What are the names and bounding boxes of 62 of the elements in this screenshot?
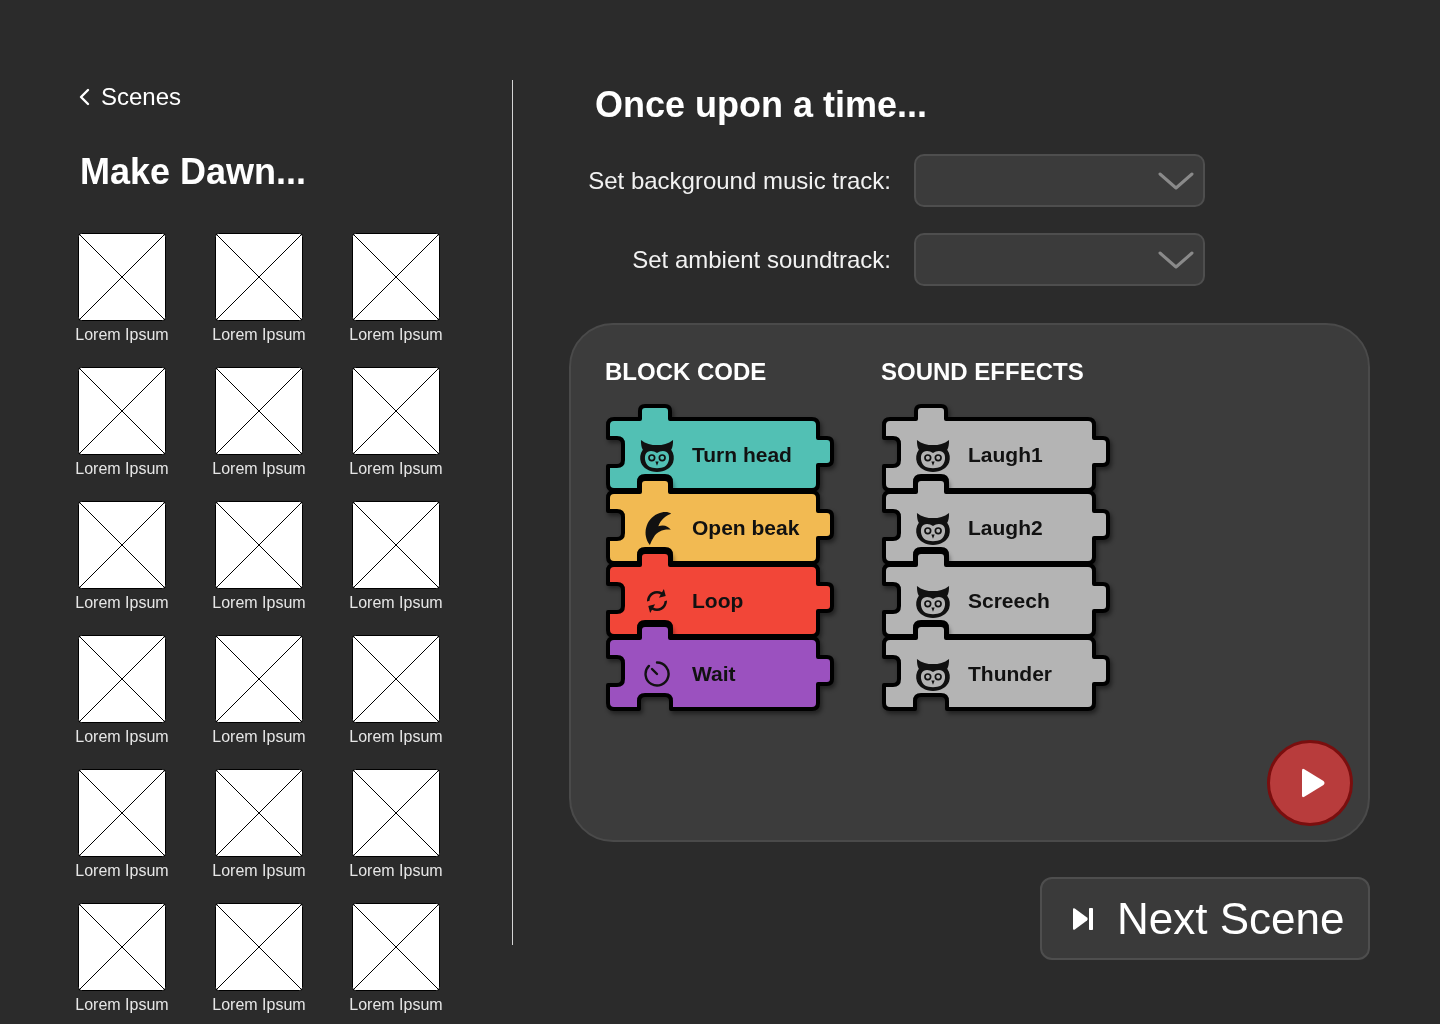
scene-thumbnail[interactable] [352,635,440,723]
section-heading: SOUND EFFECTS [881,357,1085,387]
chevron-down-icon [1158,171,1194,190]
scene-thumbnail[interactable] [215,501,303,589]
timer-icon [643,659,671,688]
scene-thumbnail[interactable] [215,233,303,321]
story-title: Once upon a time... [595,83,929,127]
back-link[interactable]: Scenes [78,82,182,112]
scene-label: Lorem Ipsum [212,325,306,345]
section-heading: BLOCK CODE [605,357,768,387]
scene-thumbnail[interactable] [78,501,166,589]
scene-thumbnail[interactable] [215,635,303,723]
scene-label: Lorem Ipsum [349,727,443,747]
scene-label: Lorem Ipsum [212,861,306,881]
scene-label: Lorem Ipsum [349,459,443,479]
scene-thumbnail[interactable] [78,233,166,321]
scene-label: Lorem Ipsum [349,861,443,881]
code-block[interactable]: Thunder [881,623,1111,711]
scene-thumbnail[interactable] [215,367,303,455]
chevron-down-icon [1158,250,1194,269]
scene-thumbnail[interactable] [78,367,166,455]
owl-icon [914,437,952,472]
scene-thumbnail[interactable] [78,635,166,723]
scene-thumbnail[interactable] [215,769,303,857]
scene-label: Lorem Ipsum [212,459,306,479]
code-block[interactable]: Screech [881,550,1111,638]
setting-label: Set ambient soundtrack: [631,244,891,275]
owl-icon [914,583,952,618]
scene-thumbnail[interactable] [352,501,440,589]
code-block[interactable]: Laugh2 [881,477,1111,565]
skip-forward-icon [1072,906,1094,931]
next-scene-button[interactable]: Next Scene [1040,877,1370,960]
scene-label: Lorem Ipsum [75,727,169,747]
scene-thumbnail[interactable] [352,233,440,321]
scene-label: Lorem Ipsum [75,861,169,881]
scene-label: Lorem Ipsum [212,727,306,747]
scene-label: Lorem Ipsum [75,995,169,1015]
scene-title: Make Dawn... [80,150,308,194]
scene-thumbnail[interactable] [352,903,440,991]
code-block[interactable]: Turn head [605,404,835,492]
scene-label: Lorem Ipsum [75,459,169,479]
scene-label: Lorem Ipsum [349,995,443,1015]
scene-thumbnail[interactable] [78,903,166,991]
chevron-left-icon [78,88,90,106]
code-block[interactable]: Loop [605,550,835,638]
scene-thumbnail[interactable] [215,903,303,991]
scene-label: Lorem Ipsum [349,325,443,345]
scene-label: Lorem Ipsum [75,593,169,613]
scene-thumbnail[interactable] [352,769,440,857]
code-block[interactable]: Wait [605,623,835,711]
code-block[interactable]: Open beak [605,477,835,565]
code-block[interactable]: Laugh1 [881,404,1111,492]
scene-label: Lorem Ipsum [349,593,443,613]
scene-label: Lorem Ipsum [212,593,306,613]
owl-icon [914,510,952,545]
scene-label: Lorem Ipsum [75,325,169,345]
owl-icon [638,437,676,472]
owl-icon [914,656,952,691]
setting-label: Set background music track: [587,165,891,196]
scene-thumbnail[interactable] [352,367,440,455]
scene-label: Lorem Ipsum [212,995,306,1015]
scene-thumbnail[interactable] [78,769,166,857]
